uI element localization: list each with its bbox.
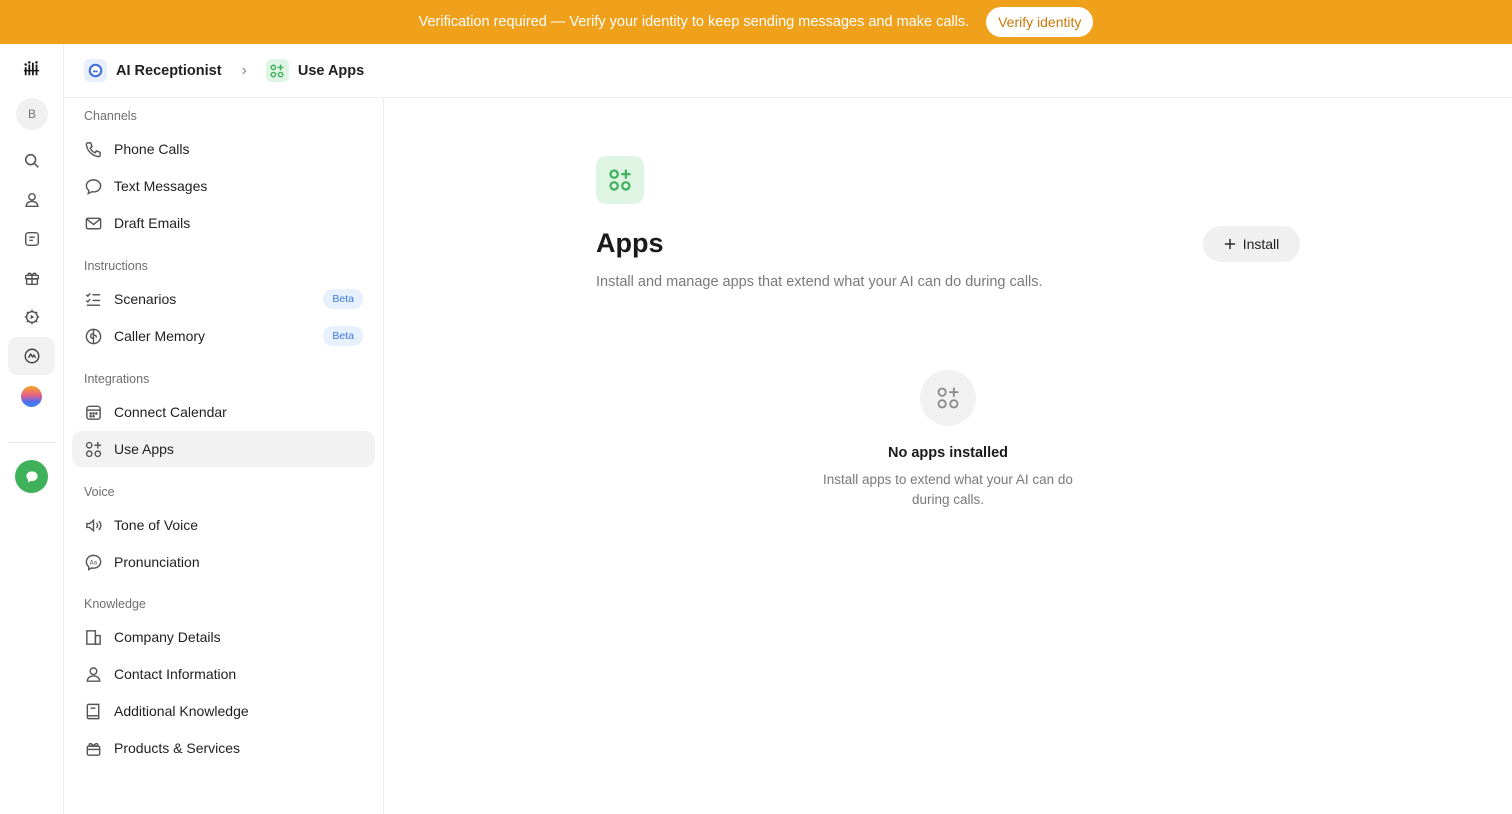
install-button[interactable]: Install [1203,226,1300,262]
beta-badge: Beta [323,289,363,309]
sidebar-item-label: Text Messages [114,178,208,194]
banner-text: Verification required — Verify your iden… [418,14,970,30]
page-title: Apps [596,228,664,258]
sidebar-item-label: Contact Information [114,666,237,682]
sidebar-item-label: Company Details [114,629,221,645]
sidebar-item-text-messages[interactable]: Text Messages [72,168,375,204]
verification-banner: Verification required — Verify your iden… [0,0,1512,44]
sidebar-item-contact-information[interactable]: Contact Information [72,656,375,692]
ai-receptionist-icon[interactable] [8,337,55,375]
sidebar-item-label: Products & Services [114,740,241,756]
sidebar-item-label: Tone of Voice [114,517,199,533]
checklist-icon [85,292,101,306]
sidebar-item-products-services[interactable]: Products & Services [72,730,375,766]
calendar-icon [86,405,101,420]
breadcrumb-use-apps[interactable]: Use Apps [265,59,365,82]
beta-badge: Beta [323,326,363,346]
main-content: Apps Install and manage apps that extend… [384,98,1512,814]
gradient-orb-icon[interactable] [21,386,42,407]
empty-state-title: No apps installed [887,445,1009,461]
breadcrumb-ai-receptionist[interactable]: AI Receptionist [84,59,222,82]
sidebar-item-label: Caller Memory [114,328,206,344]
plus-icon [1224,238,1235,250]
search-icon[interactable] [8,142,55,180]
sidebar-item-label: Use Apps [114,441,174,457]
section-label-channels: Channels [84,109,137,123]
section-label-voice: Voice [84,485,115,499]
settings-icon[interactable] [8,298,55,336]
rail-divider [8,442,56,443]
inbox-icon[interactable] [8,220,55,258]
chevron-right-icon: › [241,61,247,79]
sidebar-item-caller-memory[interactable]: Caller Memory Beta [72,318,375,354]
ai-receptionist-icon [84,59,107,82]
sidebar-item-label: Connect Calendar [114,404,227,420]
install-button-label: Install [1242,236,1280,252]
verify-identity-button[interactable]: Verify identity [986,7,1094,37]
empty-state-apps-icon [920,370,976,426]
section-label-integrations: Integrations [84,372,150,386]
apps-icon [265,59,289,82]
contacts-icon[interactable] [8,181,55,219]
chat-icon[interactable] [15,460,48,493]
svg-text:Aa: Aa [90,560,97,566]
apps-icon [596,156,644,204]
sidebar-item-label: Scenarios [114,291,177,307]
logo-icon[interactable] [8,50,55,88]
sidebar-item-pronunciation[interactable]: Aa Pronunciation [72,544,375,580]
person-icon [86,666,101,682]
message-icon [85,178,102,195]
sidebar-item-connect-calendar[interactable]: Connect Calendar [72,394,375,430]
empty-state-description: Install apps to extend what your AI can … [823,472,1073,507]
sidebar-item-phone-calls[interactable]: Phone Calls [72,131,375,167]
gift-icon[interactable] [8,259,55,297]
breadcrumb-label: Use Apps [297,62,365,79]
apps-icon [85,441,102,457]
sidebar-item-label: Pronunciation [114,554,200,570]
sidebar-item-label: Draft Emails [114,215,191,231]
book-icon [86,703,100,719]
sidebar-item-additional-knowledge[interactable]: Additional Knowledge [72,693,375,729]
icon-rail: B [0,44,64,814]
box-icon [86,742,101,756]
settings-sidebar: Channels Phone Calls Text Messages Draft… [64,98,384,814]
sidebar-item-label: Phone Calls [114,141,190,157]
phone-icon [85,141,101,157]
sidebar-item-use-apps[interactable]: Use Apps [72,431,375,467]
section-label-instructions: Instructions [84,259,148,273]
breadcrumb: AI Receptionist › Use Apps [64,44,1512,98]
sidebar-item-draft-emails[interactable]: Draft Emails [72,205,375,241]
speaker-icon [86,518,102,532]
sidebar-item-label: Additional Knowledge [114,703,249,719]
section-label-knowledge: Knowledge [84,597,146,611]
breadcrumb-label: AI Receptionist [116,62,222,79]
page-subtitle: Install and manage apps that extend what… [596,274,1043,290]
avatar[interactable]: B [16,98,48,130]
building-icon [86,629,101,645]
brain-icon [85,328,102,344]
sidebar-item-scenarios[interactable]: Scenarios Beta [72,281,375,317]
pronunciation-icon: Aa [85,554,102,571]
sidebar-item-company-details[interactable]: Company Details [72,619,375,655]
mail-icon [85,217,102,229]
sidebar-item-tone-of-voice[interactable]: Tone of Voice [72,507,375,543]
